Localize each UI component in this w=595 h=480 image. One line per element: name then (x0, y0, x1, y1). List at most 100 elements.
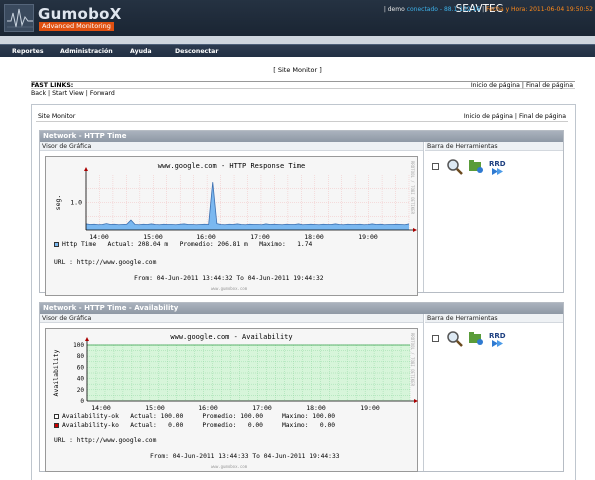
label-maximo: Maximo: (281, 413, 309, 420)
sm-page-end-link[interactable]: Final de página (519, 113, 566, 120)
site-monitor-label: Site Monitor (38, 113, 76, 120)
x-tick-label: 16:00 (198, 404, 218, 412)
toolbar-column: Barra de Herramientas RRD (425, 142, 563, 292)
panel-http-time: Network - HTTP Time Visor de Gráfica www… (39, 130, 564, 296)
from-line: From: 04-Jun-2011 13:44:33 To 04-Jun-201… (150, 453, 340, 460)
visor-label: Visor de Gráfica (40, 142, 423, 151)
label-actual: Actual: (107, 241, 135, 248)
graph-column: Visor de Gráfica www.google.com - Availa… (40, 314, 424, 472)
watermark: www.gumobox.com (211, 464, 248, 469)
value-promedio: 206.81 m (217, 241, 248, 248)
y-tick-label: 0 (80, 398, 84, 405)
x-tick-label: 18:00 (304, 233, 324, 241)
value-maximo: 100.00 (312, 413, 336, 420)
select-checkbox[interactable] (432, 335, 439, 342)
label-actual: Actual: (130, 422, 157, 429)
toolbar: RRD (431, 330, 511, 350)
value-promedio: 100.00 (240, 413, 263, 420)
label-promedio: Promedio: (202, 422, 237, 429)
legend-row-ko: Availability-ko Actual: 0.00 Promedio: 0… (54, 422, 335, 429)
rrd-icon[interactable]: RRD (488, 158, 506, 176)
folder-icon[interactable] (468, 158, 484, 174)
url-line: URL : http://www.google.com (54, 437, 157, 444)
value-actual: 0.00 (168, 422, 184, 429)
start-view-link[interactable]: Start View (52, 90, 84, 97)
panel-availability: Network - HTTP Time - Availability Visor… (39, 302, 564, 472)
fast-links-label: FAST LINKS: (31, 82, 74, 89)
value-promedio: 0.00 (247, 422, 263, 429)
x-tick-label: 15:00 (143, 233, 163, 241)
graph-image: www.google.com - HTTP Response Time RRDT… (45, 156, 418, 296)
panel-title: Network - HTTP Time - Availability (40, 303, 563, 314)
toolbar-label: Barra de Herramientas (425, 314, 563, 323)
nav-administracion[interactable]: Administración (60, 48, 113, 55)
fast-links-right: Inicio de página | Final de página (470, 82, 573, 89)
connection-status: conectado - 88.1.132.16 (406, 6, 481, 13)
x-tick-label: 17:00 (250, 233, 270, 241)
svg-text:RRD: RRD (489, 332, 506, 340)
folder-icon[interactable] (468, 330, 484, 346)
nav-desconectar[interactable]: Desconectar (175, 48, 218, 55)
history-links: Back | Start View | Forward (31, 90, 115, 97)
graph-column: Visor de Gráfica www.google.com - HTTP R… (40, 142, 424, 296)
zoom-icon[interactable] (446, 330, 464, 348)
gumobox-logo-icon (4, 4, 34, 32)
x-tick-label: 19:00 (358, 233, 378, 241)
x-axis-arrow (413, 228, 417, 232)
y-tick-label: 20 (77, 387, 85, 394)
y-axis-label: Availability (52, 349, 60, 396)
forward-link[interactable]: Forward (90, 90, 115, 97)
from-line: From: 04-Jun-2011 13:44:32 To 04-Jun-201… (134, 275, 324, 282)
legend-swatch (54, 241, 59, 247)
x-tick-label: 17:00 (252, 404, 272, 412)
legend-name: Availability-ko (62, 422, 119, 429)
sm-page-start-link[interactable]: Inicio de página (464, 113, 513, 120)
y-tick-label: 80 (77, 353, 85, 360)
value-actual: 100.00 (160, 413, 184, 420)
legend-name: Availability-ok (62, 413, 119, 420)
site-monitor-links: Inicio de página | Final de página (463, 113, 566, 120)
user-name: demo (387, 6, 405, 13)
rrd-icon[interactable]: RRD (488, 330, 506, 348)
nav-ayuda[interactable]: Ayuda (130, 48, 152, 55)
legend-name: Http Time (62, 241, 97, 248)
y-axis-label: seg. (54, 195, 62, 211)
page-title: [ Site Monitor ] (273, 66, 322, 74)
visor-label: Visor de Gráfica (40, 314, 423, 323)
legend-row: Http Time Actual: 208.04 m Promedio: 206… (54, 241, 312, 248)
x-tick-label: 14:00 (91, 404, 111, 412)
nav-reportes[interactable]: Reportes (12, 48, 44, 55)
label-maximo: Maximo: (281, 422, 309, 429)
main-nav: Reportes Administración Ayuda Desconecta… (0, 44, 595, 57)
x-axis-arrow (414, 399, 418, 403)
value-maximo: 1.74 (297, 241, 313, 248)
label-actual: Actual: (130, 413, 157, 420)
legend-swatch (54, 413, 59, 419)
fast-links-bar: FAST LINKS: Inicio de página | Final de … (31, 81, 575, 89)
legend-row-ok: Availability-ok Actual: 100.00 Promedio:… (54, 413, 335, 420)
zoom-icon[interactable] (446, 158, 464, 176)
app-header: GumoboX Advanced Monitoring SEAVTEC | de… (0, 0, 595, 36)
toolbar-column: Barra de Herramientas RRD (425, 314, 563, 471)
select-checkbox[interactable] (432, 163, 439, 170)
page-start-link[interactable]: Inicio de página (471, 82, 520, 89)
x-tick-label: 16:00 (196, 233, 216, 241)
availability-chart: 100 80 60 40 20 0 Availability 14:00 15:00 16:00 1… (52, 337, 418, 412)
datetime-label: Fecha y Hora: 2011-06-04 19:50:52 (486, 6, 593, 13)
session-info: | demo conectado - 88.1.132.16 | Fecha y… (383, 6, 593, 13)
y-tick-label: 40 (77, 376, 85, 383)
y-tick-label: 100 (73, 342, 84, 349)
site-monitor-bar: Site Monitor Inicio de página | Final de… (36, 113, 568, 122)
label-promedio: Promedio: (202, 413, 237, 420)
logo-title: GumoboX (38, 5, 122, 23)
x-tick-label: 18:00 (306, 404, 326, 412)
label-maximo: Maximo: (259, 241, 286, 248)
page-end-link[interactable]: Final de página (526, 82, 573, 89)
legend-swatch (54, 422, 59, 428)
value-actual: 208.04 m (137, 241, 169, 248)
x-tick-label: 19:00 (360, 404, 380, 412)
http-time-chart: 1.0 seg. 14:00 15:00 16:00 17:00 18:00 19:00 (54, 167, 417, 241)
watermark: www.gumobox.com (211, 286, 248, 291)
back-link[interactable]: Back (31, 90, 46, 97)
x-tick-label: 15:00 (145, 404, 165, 412)
